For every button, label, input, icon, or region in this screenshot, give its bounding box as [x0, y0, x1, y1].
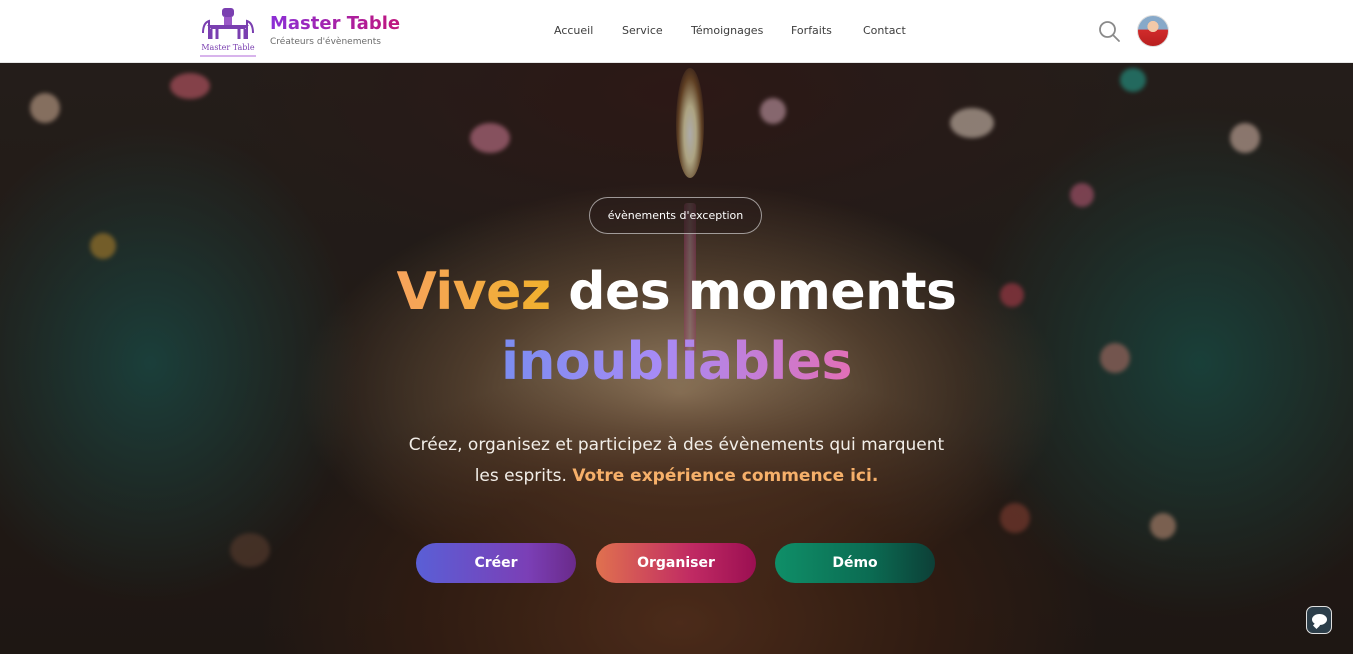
create-button[interactable]: Créer: [416, 543, 576, 583]
svg-text:Master Table: Master Table: [201, 43, 255, 52]
nav-item-temoignages[interactable]: Témoignages: [691, 24, 763, 37]
user-avatar[interactable]: [1137, 15, 1169, 47]
subtitle-accent: Votre expérience commence ici.: [572, 466, 879, 486]
hero-headline-line1: Vivez des moments: [0, 262, 1353, 322]
headline-gradient: inoubliables: [501, 332, 852, 392]
top-navbar: Master Table Master Table Créateurs d'év…: [0, 0, 1353, 63]
brand-name[interactable]: Master Table: [270, 13, 400, 34]
brand-tagline: Créateurs d'évènements: [270, 37, 381, 47]
nav-item-service[interactable]: Service: [622, 24, 663, 37]
nav-item-contact[interactable]: Contact: [863, 24, 906, 37]
hero-headline-line2: inoubliables: [0, 332, 1353, 392]
headline-rest: des moments: [568, 262, 957, 322]
organize-button[interactable]: Organiser: [596, 543, 756, 583]
nav-item-accueil[interactable]: Accueil: [554, 24, 593, 37]
hero-badge: évènements d'exception: [589, 197, 762, 234]
chat-button[interactable]: [1306, 606, 1332, 634]
brand-logo[interactable]: Master Table: [197, 5, 259, 59]
hero-subtitle: Créez, organisez et participez à des évè…: [400, 430, 953, 492]
demo-button[interactable]: Démo: [775, 543, 935, 583]
search-button[interactable]: [1097, 19, 1121, 43]
nav-item-forfaits[interactable]: Forfaits: [791, 24, 832, 37]
search-icon: [1099, 21, 1120, 42]
headline-accent: Vivez: [396, 262, 552, 322]
logo-graphic: Master Table: [200, 8, 256, 57]
